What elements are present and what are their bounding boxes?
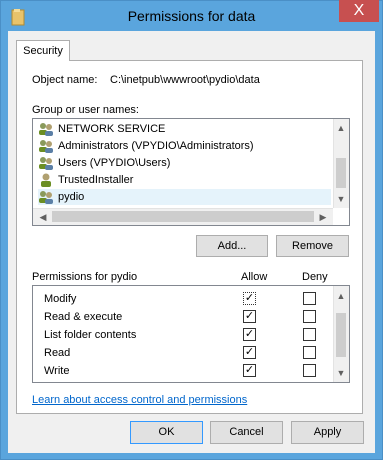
window-title: Permissions for data	[127, 8, 256, 24]
object-name-value: C:\inetpub\wwwroot\pydio\data	[110, 74, 260, 86]
list-item[interactable]: NETWORK SERVICE	[38, 121, 328, 137]
deny-header: Deny	[302, 271, 328, 283]
access-control-link[interactable]: Learn about access control and permissio…	[32, 394, 247, 406]
ok-button[interactable]: OK	[130, 421, 203, 444]
scroll-up-icon[interactable]: ▲	[334, 121, 348, 135]
scroll-thumb[interactable]	[336, 158, 346, 188]
users-icon	[38, 190, 54, 204]
list-item[interactable]: TrustedInstaller	[38, 172, 328, 188]
scroll-left-icon[interactable]: ◀	[36, 210, 50, 224]
list-item-label: Administrators (VPYDIO\Administrators)	[58, 140, 254, 152]
list-item-label: TrustedInstaller	[58, 174, 134, 186]
close-button[interactable]: X	[339, 0, 379, 22]
permission-row: Write	[44, 365, 70, 377]
scroll-right-icon[interactable]: ▶	[316, 210, 330, 224]
allow-checkbox[interactable]: ✓	[243, 292, 256, 305]
list-item[interactable]: Users (VPYDIO\Users)	[38, 155, 328, 171]
allow-checkbox[interactable]: ✓	[243, 328, 256, 341]
close-icon: X	[353, 2, 365, 19]
tab-security[interactable]: Security	[16, 40, 70, 61]
permission-row: Modify	[44, 293, 77, 305]
list-item-label: NETWORK SERVICE	[58, 123, 166, 135]
deny-checkbox[interactable]	[303, 310, 316, 323]
deny-checkbox[interactable]	[303, 346, 316, 359]
hscroll-thumb[interactable]	[52, 211, 314, 222]
scroll-up-icon[interactable]: ▲	[334, 289, 348, 303]
remove-button[interactable]: Remove	[276, 235, 349, 257]
group-list-label: Group or user names:	[32, 104, 139, 116]
users-icon	[38, 122, 54, 136]
scroll-thumb[interactable]	[336, 313, 346, 357]
allow-checkbox[interactable]: ✓	[243, 310, 256, 323]
deny-checkbox[interactable]	[303, 364, 316, 377]
scroll-down-icon[interactable]: ▼	[334, 192, 348, 206]
permission-row: Read	[44, 347, 71, 359]
add-button[interactable]: Add...	[196, 235, 268, 257]
allow-header: Allow	[241, 271, 268, 283]
users-icon	[38, 139, 54, 153]
deny-checkbox[interactable]	[303, 292, 316, 305]
list-item-label: pydio	[58, 191, 85, 203]
apply-button[interactable]: Apply	[291, 421, 364, 444]
deny-checkbox[interactable]	[303, 328, 316, 341]
allow-checkbox[interactable]: ✓	[243, 346, 256, 359]
list-item[interactable]: Administrators (VPYDIO\Administrators)	[38, 138, 328, 154]
permission-row: List folder contents	[44, 329, 137, 341]
scroll-down-icon[interactable]: ▼	[334, 366, 348, 380]
object-name-label: Object name:	[32, 74, 98, 86]
user-icon	[38, 173, 54, 187]
cancel-button[interactable]: Cancel	[210, 421, 283, 444]
allow-checkbox[interactable]: ✓	[243, 364, 256, 377]
permissions-label: Permissions for pydio	[32, 271, 138, 283]
list-item-selected[interactable]: pydio	[38, 189, 331, 205]
permission-row: Read & execute	[44, 311, 123, 323]
list-item-label: Users (VPYDIO\Users)	[58, 157, 171, 169]
users-icon	[38, 156, 54, 170]
